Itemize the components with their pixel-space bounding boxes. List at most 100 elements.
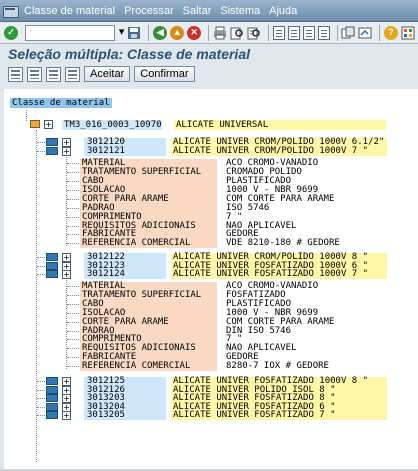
find-next-icon[interactable] xyxy=(247,25,261,41)
layout-icon[interactable] xyxy=(401,25,415,41)
tree-connector xyxy=(67,216,79,218)
characteristic-row: REFERENCIA COMERCIAL VDE 8210-180 # GEDOR… xyxy=(4,238,418,249)
expand-node-icon[interactable]: + xyxy=(62,270,71,280)
back-icon[interactable]: ◀ xyxy=(153,25,168,41)
cancel-icon[interactable]: ✕ xyxy=(187,25,202,41)
menu-saltar[interactable]: Saltar xyxy=(183,5,212,17)
tree-connector xyxy=(67,303,79,305)
tree-connector xyxy=(37,265,45,267)
command-field[interactable] xyxy=(25,24,115,41)
standard-toolbar: ✓ ▾ ◀ ▲ ✕ ? xyxy=(0,22,418,44)
characteristic-row: FABRICANTE GEDORE xyxy=(4,353,418,363)
tree-connector xyxy=(67,366,79,368)
tree-connector xyxy=(67,181,79,182)
tree-connector xyxy=(67,163,79,165)
toolbar-separator xyxy=(267,24,269,41)
expand-all-icon[interactable] xyxy=(8,66,23,82)
menu-bar: Classe de material Processar Saltar Sist… xyxy=(0,0,418,22)
help-icon[interactable]: ? xyxy=(383,25,398,41)
find-icon[interactable] xyxy=(230,25,244,41)
material-icon xyxy=(46,411,58,420)
menu-ajuda[interactable]: Ajuda xyxy=(269,5,297,17)
characteristic-row: ISOLACAO 1000 V - NBR 9699 xyxy=(4,308,418,318)
tree-connector xyxy=(67,321,79,323)
tree-connector xyxy=(26,110,27,121)
material-row[interactable]: +3013205 ALICATE UNIVER FOSFATIZADO 7 " xyxy=(4,411,418,421)
tree-connector xyxy=(67,312,79,314)
tree-connector xyxy=(67,339,79,341)
material-icon xyxy=(46,253,58,262)
save-icon[interactable] xyxy=(127,25,141,41)
material-description: ALICATE UNIVER FOSFATIZADO 1000V 7 " xyxy=(171,270,387,280)
confirm-button[interactable]: Confirmar xyxy=(134,66,195,82)
menu-classe-de-material[interactable]: Classe de material xyxy=(24,5,115,17)
tree-connector xyxy=(37,381,45,382)
toolbar-separator xyxy=(148,24,150,41)
next-page-icon[interactable] xyxy=(302,25,315,41)
characteristic-value: 8280-7 IOX # GEDORE xyxy=(224,361,329,372)
characteristic-row: CABO PLASTIFICADO xyxy=(4,299,418,309)
tree-connector xyxy=(67,357,79,359)
expand-node-icon[interactable]: + xyxy=(44,120,53,129)
material-icon xyxy=(46,270,58,279)
tree-root-label[interactable]: Classe de material xyxy=(10,98,112,108)
characteristic-row: COMPRIMENTO 7 " xyxy=(4,212,418,222)
new-session-icon[interactable] xyxy=(341,25,355,41)
characteristic-row: TRATAMENTO SUPERFICIAL CROMADO POLIDO xyxy=(4,168,418,178)
material-icon xyxy=(46,138,58,146)
tree-connector xyxy=(67,172,79,174)
tree-connector xyxy=(67,294,79,296)
material-code[interactable]: 3013205 xyxy=(84,411,166,421)
characteristic-row: COMPRIMENTO 7 " xyxy=(4,335,418,345)
select-icon[interactable] xyxy=(65,66,80,82)
tree-connector xyxy=(67,243,79,245)
material-description: ALICATE UNIVER CROM/POLIDO 1000V 7 " xyxy=(171,146,387,156)
material-icon xyxy=(46,146,58,155)
class-tree: Classe de material + TM3_016_0003_10970 … xyxy=(4,89,418,471)
material-icon xyxy=(46,261,58,270)
tree-connector xyxy=(37,406,45,408)
tree-connector xyxy=(37,257,45,259)
material-description: ALICATE UNIVER FOSFATIZADO 7 " xyxy=(171,411,387,421)
details-icon[interactable] xyxy=(46,66,61,82)
tree-connector xyxy=(67,189,79,191)
first-page-icon[interactable] xyxy=(272,25,285,41)
material-row[interactable]: +3012121 ALICATE UNIVER CROM/POLIDO 1000V… xyxy=(4,146,418,156)
characteristic-row: REQUISITOS ADICIONAIS NAO APLICAVEL xyxy=(4,344,418,354)
characteristic-row: CORTE PARA ARAME COM CORTE PARA ARAME xyxy=(4,194,418,204)
expand-node-icon[interactable]: + xyxy=(62,411,71,421)
material-icon xyxy=(46,385,58,394)
check-icon[interactable]: ✓ xyxy=(4,25,18,41)
dropdown-arrow-icon[interactable]: ▾ xyxy=(119,25,125,41)
material-row[interactable]: +3012124 ALICATE UNIVER FOSFATIZADO 1000V… xyxy=(4,270,418,280)
tree-connector xyxy=(37,150,45,152)
tree-connector xyxy=(67,330,79,332)
characteristic-row: PADRAO ISO 5746 xyxy=(4,203,418,213)
menu-sistema[interactable]: Sistema xyxy=(220,5,260,17)
last-page-icon[interactable] xyxy=(317,25,330,41)
collapse-all-icon[interactable] xyxy=(27,66,42,82)
characteristic-row: MATERIAL ACO CROMO-VANADIO xyxy=(4,159,418,169)
expand-node-icon[interactable]: + xyxy=(62,146,71,156)
material-code[interactable]: 3012121 xyxy=(84,146,166,156)
shortcut-icon[interactable] xyxy=(358,25,372,41)
root-node-code[interactable]: TM3_016_0003_10970 xyxy=(62,120,162,130)
material-code[interactable]: 3012124 xyxy=(84,270,166,280)
application-toolbar: Aceitar Confirmar xyxy=(0,65,418,83)
tree-connector xyxy=(67,286,79,287)
exit-icon[interactable]: ▲ xyxy=(170,25,185,41)
characteristic-row: REFERENCIA COMERCIAL 8280-7 IOX # GEDORE xyxy=(4,361,418,372)
characteristic-row: ISOLACAO 1000 V - NBR 9699 xyxy=(4,185,418,195)
tree-connector xyxy=(67,225,79,227)
material-icon xyxy=(46,402,58,411)
characteristic-name: REFERENCIA COMERCIAL xyxy=(80,239,217,249)
characteristic-row: TRATAMENTO SUPERFICIAL FOSFATIZADO xyxy=(4,290,418,300)
app-menu-icon[interactable] xyxy=(2,3,19,19)
accept-button[interactable]: Aceitar xyxy=(84,66,131,82)
menu-processar[interactable]: Processar xyxy=(124,5,174,17)
prev-page-icon[interactable] xyxy=(287,25,300,41)
characteristic-value: VDE 8210-180 # GEDORE xyxy=(224,238,340,249)
print-icon[interactable] xyxy=(213,25,227,41)
characteristic-row: CORTE PARA ARAME COM CORTE PARA ARAME xyxy=(4,317,418,327)
material-icon xyxy=(46,377,58,385)
